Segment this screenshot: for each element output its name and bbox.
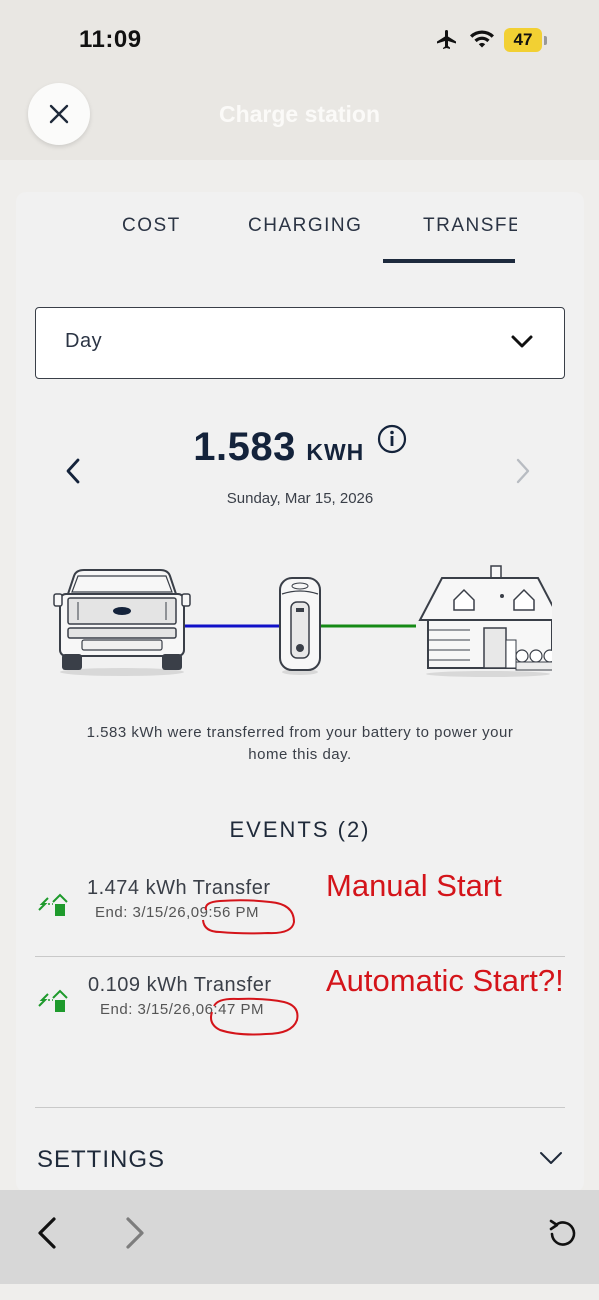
tab-bar: COST CHARGING TRANSFEF [16,192,584,264]
active-tab-indicator [383,259,515,263]
tab-charging[interactable]: CHARGING [248,215,362,237]
charger-icon [279,577,321,675]
energy-total: 1.583 KWH [16,424,584,470]
page-title: Charge station [218,101,381,127]
battery-cap [544,35,547,45]
charge-station-card: COST CHARGING TRANSFEF Day 1.583 KWH Sun… [16,192,584,1192]
annotation-circle [210,997,299,1036]
back-arrow-icon[interactable] [36,1216,58,1250]
status-time: 11:09 [79,26,142,53]
annotation-automatic-start: Automatic Start?! [326,963,564,998]
settings-section[interactable]: SETTINGS [35,1138,565,1188]
browser-toolbar [0,1190,599,1284]
period-select-value: Day [65,330,103,352]
annotation-circle [202,899,296,935]
status-icons: 47 [434,28,547,52]
reload-icon[interactable] [548,1218,578,1248]
annotation-manual-start: Manual Start [326,868,502,903]
truck-icon [53,569,191,676]
settings-label: SETTINGS [37,1146,166,1173]
event-divider [35,956,565,957]
energy-unit: KWH [306,439,365,465]
status-bar: 11:09 47 [0,0,599,80]
home-indicator-area [0,1284,599,1300]
section-divider [35,1107,565,1108]
airplane-icon [437,30,456,49]
tab-cost[interactable]: COST [122,215,181,237]
forward-arrow-icon[interactable] [124,1216,146,1250]
power-transfer-icon [38,893,68,916]
home-icon [418,565,552,677]
tab-transfer[interactable]: TRANSFEF [423,215,517,237]
chevron-down-icon [511,335,533,348]
power-transfer-icon [38,989,68,1012]
battery-icon: 47 [504,28,542,52]
events-heading: EVENTS (2) [229,817,371,842]
energy-amount: 1.583 [193,425,296,469]
transfer-description: 1.583 kWh were transferred from your bat… [86,724,514,763]
event-title: 1.474 kWh Transfer [87,877,271,899]
app-header: Charge station [0,80,599,160]
period-select[interactable]: Day [35,307,565,379]
chevron-down-icon [540,1152,562,1164]
energy-flow-illustration [53,565,552,677]
event-title: 0.109 kWh Transfer [88,974,272,996]
wifi-icon [470,30,494,48]
battery-level: 47 [513,30,533,49]
info-icon[interactable] [377,424,407,454]
selected-date: Sunday, Mar 15, 2026 [226,490,374,507]
